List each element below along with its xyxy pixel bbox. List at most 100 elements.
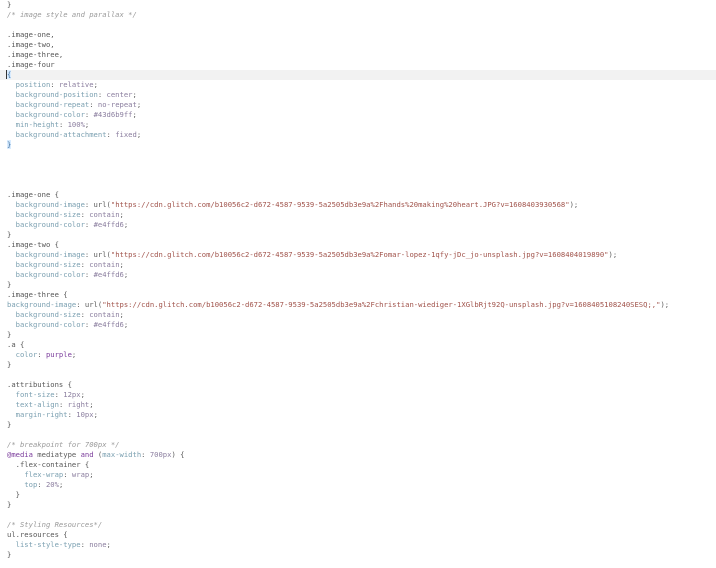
code-token-prop: top	[24, 480, 38, 489]
code-token-value: 700px	[149, 450, 172, 459]
code-token-plain: ;	[93, 80, 98, 89]
code-token-prop: list-style-type	[15, 540, 81, 549]
code-line[interactable]: .image-one {	[0, 190, 716, 200]
code-line[interactable]: @media mediatype and (max-width: 700px) …	[0, 450, 716, 460]
code-line[interactable]: .image-two {	[0, 240, 716, 250]
code-line[interactable]: flex-wrap: wrap;	[0, 470, 716, 480]
code-token-brace: }	[7, 0, 12, 9]
code-line[interactable]: background-attachment: fixed;	[0, 130, 716, 140]
code-line[interactable]: background-image: url("https://cdn.glitc…	[0, 200, 716, 210]
code-line[interactable]: .a {	[0, 340, 716, 350]
code-token-plain: ;	[123, 320, 129, 329]
code-token-brace: }	[7, 500, 12, 509]
code-token-prop: background-color	[15, 220, 85, 229]
code-line[interactable]: {	[0, 70, 716, 80]
code-line[interactable]: background-color: #e4ffd6;	[0, 220, 716, 230]
code-line[interactable]: background-size: contain;	[0, 260, 716, 270]
code-line[interactable]: }	[0, 360, 716, 370]
code-line[interactable]: }	[0, 0, 716, 10]
code-token-brace: {	[180, 450, 185, 459]
code-line[interactable]: }	[0, 280, 716, 290]
code-line[interactable]: background-image: url("https://cdn.glitc…	[0, 250, 716, 260]
code-token-comment: /* Styling Resources*/	[7, 520, 103, 529]
code-token-prop: font-size	[15, 390, 55, 399]
code-token-selector: .image-one	[7, 190, 55, 199]
code-token-prop: min-height	[15, 120, 59, 129]
code-token-value: #e4ffd6	[93, 320, 124, 329]
code-token-brace: {	[19, 340, 25, 349]
code-line[interactable]: .image-four	[0, 60, 716, 70]
code-token-plain: ;	[80, 390, 85, 399]
code-line[interactable]: background-size: contain;	[0, 310, 716, 320]
code-line[interactable]: font-size: 12px;	[0, 390, 716, 400]
code-token-brace: {	[54, 240, 59, 249]
code-line[interactable]: background-color: #e4ffd6;	[0, 270, 716, 280]
code-line[interactable]: background-size: contain;	[0, 210, 716, 220]
code-line[interactable]	[0, 370, 716, 380]
code-token-value: none	[89, 540, 107, 549]
code-line[interactable]: /* image style and parallax */	[0, 10, 716, 20]
code-line[interactable]: top: 20%;	[0, 480, 716, 490]
code-token-plain: ;	[136, 100, 142, 109]
code-editor[interactable]: }/* image style and parallax */.image-on…	[0, 0, 716, 568]
code-token-prop: background-image	[15, 200, 85, 209]
code-line[interactable]	[0, 160, 716, 170]
code-line[interactable]: .image-one,	[0, 30, 716, 40]
code-line[interactable]: color: purple;	[0, 350, 716, 360]
code-line[interactable]: }	[0, 550, 716, 560]
code-line[interactable]: .image-three {	[0, 290, 716, 300]
code-line[interactable]: min-height: 100%;	[0, 120, 716, 130]
code-token-plain: :	[141, 450, 150, 459]
code-line[interactable]: }	[0, 330, 716, 340]
code-token-plain: :	[50, 80, 59, 89]
code-line[interactable]: background-repeat: no-repeat;	[0, 100, 716, 110]
code-token-plain: ;	[123, 220, 129, 229]
code-token-plain: :	[84, 320, 94, 329]
code-line[interactable]: }	[0, 490, 716, 500]
code-line[interactable]: background-color: #e4ffd6;	[0, 320, 716, 330]
code-line[interactable]: .image-two,	[0, 40, 716, 50]
code-token-value: #e4ffd6	[93, 220, 124, 229]
code-line[interactable]: }	[0, 500, 716, 510]
code-token-prop: background-color	[15, 270, 85, 279]
code-token-prop: background-image	[15, 250, 85, 259]
code-token-prop: background-color	[15, 320, 85, 329]
code-token-value: 20%	[45, 480, 59, 489]
code-token-prop: background-size	[15, 260, 81, 269]
code-line[interactable]	[0, 170, 716, 180]
code-line[interactable]: position: relative;	[0, 80, 716, 90]
code-token-brace: {	[67, 380, 72, 389]
code-line[interactable]: list-style-type: none;	[0, 540, 716, 550]
code-line[interactable]	[0, 150, 716, 160]
code-token-value: 12px	[63, 390, 81, 399]
code-token-selector: .image-three,	[7, 50, 64, 59]
code-line[interactable]: margin-right: 10px;	[0, 410, 716, 420]
code-line[interactable]: background-color: #43d6b9ff;	[0, 110, 716, 120]
code-token-plain: :	[37, 350, 46, 359]
code-line[interactable]: }	[0, 230, 716, 240]
code-token-kw: @media	[7, 450, 33, 459]
code-line[interactable]	[0, 510, 716, 520]
code-line[interactable]: .flex-container {	[0, 460, 716, 470]
code-line[interactable]	[0, 20, 716, 30]
code-line[interactable]: }	[0, 420, 716, 430]
code-line[interactable]: ul.resources {	[0, 530, 716, 540]
code-line[interactable]: .image-three,	[0, 50, 716, 60]
code-line[interactable]: /* breakpoint for 700px */	[0, 440, 716, 450]
code-line[interactable]: /* Styling Resources*/	[0, 520, 716, 530]
code-line[interactable]: background-position: center;	[0, 90, 716, 100]
code-line[interactable]: .attributions {	[0, 380, 716, 390]
code-token-plain: ;	[123, 270, 129, 279]
code-line[interactable]: text-align: right;	[0, 400, 716, 410]
code-line[interactable]: }	[0, 140, 716, 150]
code-line[interactable]	[0, 430, 716, 440]
code-line[interactable]: background-image: url("https://cdn.glitc…	[0, 300, 716, 310]
code-line[interactable]	[0, 180, 716, 190]
code-token-comment: /* image style and parallax */	[7, 10, 137, 19]
code-token-value: contain	[89, 210, 120, 219]
